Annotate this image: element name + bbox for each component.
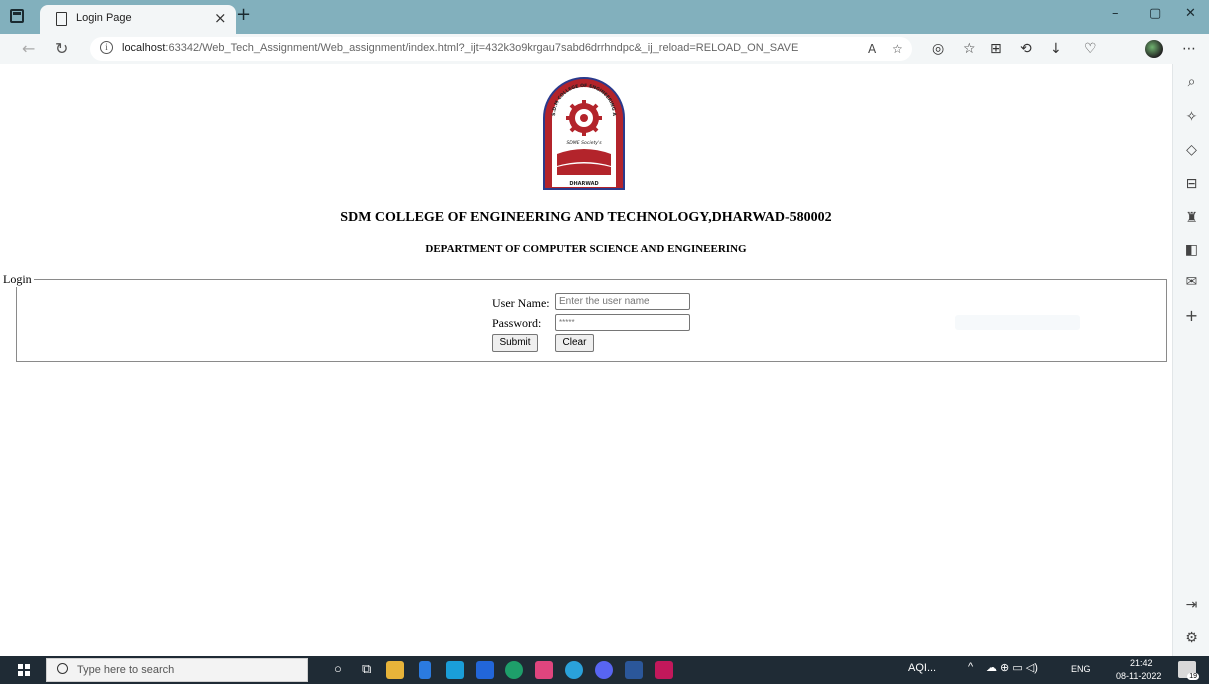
- search-icon[interactable]: ⌕: [1173, 74, 1209, 90]
- games-icon[interactable]: ♜: [1173, 210, 1209, 226]
- college-logo: S.D.M COLLEGE OF ENGINEERING AND TECHNOL…: [538, 70, 627, 192]
- copilot-icon[interactable]: ◎: [932, 41, 944, 57]
- telegram-icon[interactable]: [565, 661, 583, 679]
- edge-icon[interactable]: [505, 661, 523, 679]
- tab-title: Login Page: [76, 12, 132, 24]
- password-field[interactable]: *****: [555, 314, 690, 331]
- login-legend: Login: [3, 272, 32, 286]
- department-title: DEPARTMENT OF COMPUTER SCIENCE AND ENGIN…: [425, 243, 747, 255]
- browser-titlebar: Login Page × + – ▢ ✕: [0, 0, 1209, 34]
- profile-avatar[interactable]: [1145, 40, 1163, 58]
- more-menu-icon[interactable]: ⋯: [1182, 41, 1196, 57]
- close-window-button[interactable]: ✕: [1185, 6, 1196, 21]
- search-glass-icon: [57, 663, 68, 674]
- tab-actions-icon[interactable]: [10, 9, 24, 23]
- clock-date[interactable]: 08-11-2022: [1116, 671, 1161, 681]
- file-explorer-icon[interactable]: [386, 661, 404, 679]
- collections-icon[interactable]: ⊞: [990, 41, 1002, 57]
- store-icon[interactable]: [476, 661, 494, 679]
- clock-time[interactable]: 21:42: [1130, 658, 1153, 668]
- read-aloud-icon[interactable]: A: [868, 42, 876, 56]
- taskbar-search-placeholder: Type here to search: [77, 664, 175, 676]
- weather-widget[interactable]: AQI...: [908, 662, 936, 674]
- xampp-icon[interactable]: [535, 661, 553, 679]
- username-field[interactable]: Enter the user name: [555, 293, 690, 310]
- site-info-icon[interactable]: i: [100, 41, 113, 54]
- discord-icon[interactable]: [595, 661, 613, 679]
- username-label: User Name:: [492, 296, 550, 310]
- refresh-icon[interactable]: ↻: [55, 39, 68, 58]
- windows-start-icon[interactable]: [18, 664, 30, 676]
- language-indicator[interactable]: ENG: [1071, 664, 1091, 674]
- favorite-add-icon[interactable]: ☆: [892, 42, 903, 56]
- word-icon[interactable]: [625, 661, 643, 679]
- tab-close-icon[interactable]: ×: [214, 9, 227, 27]
- intellij-icon[interactable]: [655, 661, 673, 679]
- notification-center-icon[interactable]: 19: [1178, 661, 1199, 680]
- svg-text:SDME Society's: SDME Society's: [566, 140, 602, 146]
- outlook-icon[interactable]: ✉: [1173, 274, 1209, 290]
- restore-button[interactable]: ▢: [1149, 6, 1161, 21]
- page-icon: [56, 12, 67, 26]
- url-text[interactable]: localhost:63342/Web_Tech_Assignment/Web_…: [122, 42, 798, 54]
- clear-button[interactable]: Clear: [555, 334, 594, 352]
- shopping-tag-icon[interactable]: ◇: [1173, 142, 1209, 158]
- web-page: S.D.M COLLEGE OF ENGINEERING AND TECHNOL…: [0, 64, 1172, 656]
- downloads-icon[interactable]: ↓: [1050, 41, 1062, 57]
- minimize-button[interactable]: –: [1112, 6, 1119, 21]
- tab-login-page[interactable]: Login Page ×: [40, 5, 236, 34]
- back-icon[interactable]: ←: [22, 39, 35, 58]
- favorites-icon[interactable]: ☆: [963, 41, 976, 57]
- faint-overlay-box: [955, 315, 1080, 330]
- tray-icons[interactable]: ☁ ⊕ ▭ ◁): [986, 661, 1038, 674]
- tools-icon[interactable]: ⊟: [1173, 176, 1209, 192]
- history-icon[interactable]: ⟲: [1020, 41, 1032, 57]
- browser-essentials-icon[interactable]: ♡: [1084, 41, 1097, 57]
- password-label: Password:: [492, 316, 542, 330]
- task-view-icon[interactable]: ⧉: [362, 661, 371, 677]
- sidebar-settings-icon[interactable]: ⚙: [1173, 630, 1209, 646]
- windows-taskbar: Type here to search ○ ⧉ AQI... ^ ☁ ⊕ ▭ ◁…: [0, 656, 1209, 684]
- discover-icon[interactable]: ✧: [1173, 109, 1209, 125]
- tray-chevron-icon[interactable]: ^: [968, 661, 973, 673]
- college-title: SDM COLLEGE OF ENGINEERING AND TECHNOLOG…: [340, 210, 832, 225]
- hide-sidebar-icon[interactable]: ⇥: [1173, 597, 1209, 613]
- cortana-icon[interactable]: ○: [334, 661, 342, 676]
- taskbar-search-box[interactable]: Type here to search: [46, 658, 308, 682]
- edge-sidebar: ⌕ ✧ ◇ ⊟ ♜ ◧ ✉ + ⇥ ⚙: [1172, 64, 1209, 656]
- svg-text:DHARWAD: DHARWAD: [569, 181, 598, 187]
- new-tab-button[interactable]: +: [236, 4, 251, 25]
- add-sidebar-app-icon[interactable]: +: [1173, 306, 1209, 325]
- vscode-like-icon[interactable]: [419, 661, 431, 679]
- mail-icon[interactable]: [446, 661, 464, 679]
- notification-count-badge: 19: [1187, 673, 1199, 680]
- address-bar[interactable]: i localhost:63342/Web_Tech_Assignment/We…: [90, 37, 912, 61]
- office-icon[interactable]: ◧: [1173, 242, 1209, 258]
- submit-button[interactable]: Submit: [492, 334, 538, 352]
